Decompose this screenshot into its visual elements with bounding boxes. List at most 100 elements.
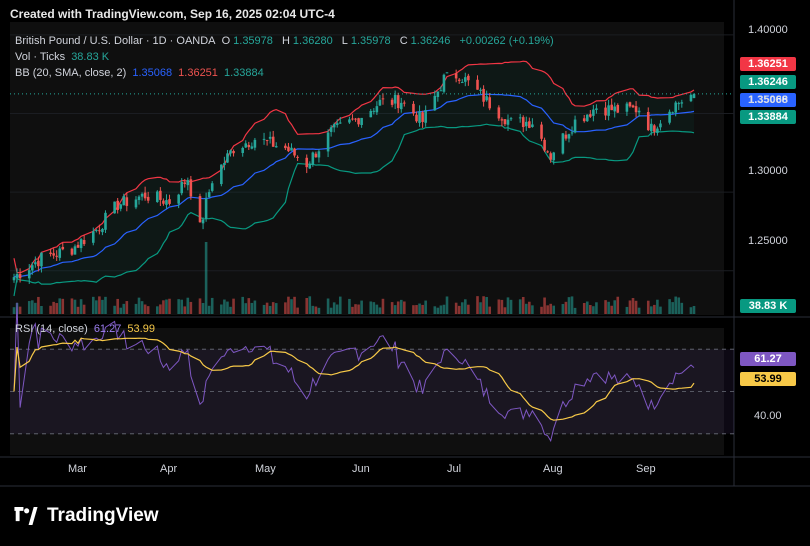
volume-bar — [677, 297, 681, 314]
candle-body — [116, 200, 119, 211]
candle-body — [653, 125, 656, 132]
candle-body — [338, 122, 342, 124]
candle-body — [634, 106, 638, 113]
rsi-tag: 61.27 — [740, 352, 796, 366]
candle-body — [585, 114, 589, 122]
candle-body — [15, 274, 19, 279]
candle-body — [55, 255, 58, 257]
volume-bar — [500, 299, 504, 314]
candle-body — [372, 110, 376, 112]
candle-body — [18, 274, 22, 279]
candle-body — [247, 144, 251, 148]
bb-legend: BB (20, SMA, close, 2) 1.35068 1.36251 1… — [15, 67, 267, 79]
volume-bar — [531, 305, 534, 314]
volume-bar — [610, 305, 613, 314]
volume-bar — [61, 298, 65, 314]
volume-bar — [674, 296, 677, 314]
volume-bar — [262, 304, 266, 314]
chart-canvas[interactable] — [0, 0, 810, 546]
candle-body — [198, 196, 202, 223]
volume-bar — [467, 304, 470, 314]
volume-bar — [177, 299, 180, 314]
candle-body — [40, 252, 43, 267]
volume-bar — [201, 302, 205, 314]
candle-body — [232, 150, 235, 154]
volume-bar — [137, 297, 141, 314]
volume-bar — [354, 304, 357, 314]
volume-bar — [159, 304, 162, 314]
candle-body — [412, 103, 415, 114]
volume-bar — [34, 302, 37, 314]
candle-body — [308, 163, 312, 169]
volume-bar — [412, 305, 415, 314]
tradingview-logo[interactable]: TradingView — [12, 505, 159, 527]
bb-basis-value: 1.35068 — [132, 67, 173, 79]
candle-body — [177, 194, 180, 204]
volume-bar — [476, 296, 479, 314]
candle-body — [646, 112, 650, 131]
candle-body — [61, 246, 65, 250]
candle-body — [561, 133, 565, 154]
volume-bar — [546, 305, 549, 314]
candle-body — [625, 103, 629, 112]
tradingview-logo-icon — [14, 507, 38, 525]
volume-bar — [631, 298, 635, 314]
rsi-value: 61.27 — [93, 323, 122, 335]
volume-bar — [210, 297, 214, 314]
symbol-name: British Pound / U.S. Dollar · 1D · OANDA — [15, 35, 216, 47]
volume-bar — [372, 302, 376, 314]
volume-bar — [479, 302, 482, 314]
volume-bar — [403, 301, 406, 314]
candle-body — [460, 82, 464, 84]
volume-bar — [634, 300, 638, 314]
candle-body — [204, 198, 208, 219]
volume-bar — [101, 299, 104, 314]
volume-bar — [464, 299, 467, 314]
volume-bar — [497, 299, 501, 314]
candle-body — [122, 196, 126, 206]
volume-bar — [564, 301, 568, 314]
candle-body — [183, 182, 187, 184]
volume-bar — [457, 305, 461, 314]
volume-bar — [91, 296, 95, 314]
volume-bar — [570, 296, 574, 314]
open-label: O — [221, 35, 231, 47]
candle-body — [592, 109, 595, 116]
candle-body — [165, 200, 168, 205]
candle-body — [229, 150, 232, 154]
volume-bar — [104, 296, 107, 314]
volume-bar — [360, 300, 363, 314]
candle-body — [82, 240, 86, 245]
volume-bar — [198, 298, 202, 314]
volume-bar — [287, 296, 290, 314]
candle-body — [549, 153, 552, 160]
volume-bar — [592, 306, 595, 314]
volume-bar — [79, 299, 83, 314]
volume-bar — [156, 306, 159, 314]
candle-body — [528, 121, 531, 128]
volume-bar — [348, 298, 351, 314]
volume-bar — [52, 301, 55, 314]
candle-body — [290, 147, 293, 151]
volume-bar — [140, 301, 144, 314]
volume-bar — [55, 303, 58, 314]
volume-bar — [424, 300, 427, 314]
rsi-ma-tag: 53.99 — [740, 372, 796, 386]
volume-bar — [393, 305, 397, 314]
volume-bar — [244, 303, 248, 314]
volume-bar — [454, 302, 458, 314]
volume-bar — [122, 303, 126, 314]
candle-body — [595, 108, 598, 110]
candle-body — [381, 98, 385, 100]
candle-body — [421, 112, 424, 122]
candle-body — [101, 228, 104, 233]
volume-bar — [540, 306, 543, 314]
volume-bar — [274, 303, 278, 314]
volume-bar — [582, 302, 586, 314]
candle-body — [396, 95, 400, 109]
candle-body — [156, 191, 159, 202]
volume-bar — [671, 302, 674, 314]
volume-bar — [311, 305, 315, 314]
volume-bar — [442, 304, 446, 314]
bb-upper-value: 1.36251 — [178, 67, 218, 79]
